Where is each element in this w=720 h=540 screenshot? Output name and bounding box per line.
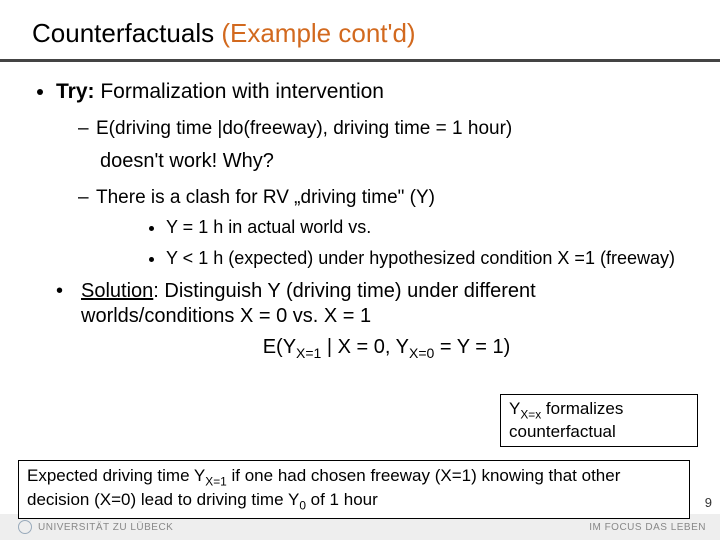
co2-s1: X=1 bbox=[205, 474, 227, 488]
solution-text: Solution: Distinguish Y (driving time) u… bbox=[81, 279, 692, 363]
dash-1: E(driving time |do(freeway), driving tim… bbox=[78, 118, 692, 140]
eq-a: E(Y bbox=[263, 336, 296, 358]
title-plain: Counterfactuals bbox=[32, 18, 221, 48]
eq-mid: | X = 0, Y bbox=[321, 336, 409, 358]
dash-2: There is a clash for RV „driving time" (… bbox=[78, 187, 692, 269]
co1-a: Y bbox=[509, 399, 520, 418]
page-number: 9 bbox=[705, 495, 712, 510]
title-divider bbox=[0, 59, 720, 62]
slide: Counterfactuals (Example cont'd) Try: Fo… bbox=[0, 0, 720, 540]
callout-formalizes: YX=x formalizes counterfactual bbox=[500, 394, 698, 447]
solution-lead: Solution bbox=[81, 280, 153, 302]
subdot-list: Y = 1 h in actual world vs. Y < 1 h (exp… bbox=[96, 217, 692, 269]
dash-list: E(driving time |do(freeway), driving tim… bbox=[56, 118, 692, 140]
co1-sub: X=x bbox=[520, 407, 541, 421]
co2-c: of 1 hour bbox=[306, 490, 378, 509]
equation: E(YX=1 | X = 0, YX=0 = Y = 1) bbox=[81, 335, 692, 363]
solution-bullet: • bbox=[56, 279, 63, 303]
callout-expected: Expected driving time YX=1 if one had ch… bbox=[18, 460, 690, 519]
solution-row: • Solution: Distinguish Y (driving time)… bbox=[32, 279, 692, 363]
footer-left: UNIVERSITÄT ZU LÜBECK bbox=[18, 520, 173, 534]
eq-end: = Y = 1) bbox=[434, 336, 510, 358]
co2-a: Expected driving time Y bbox=[27, 466, 205, 485]
subdot-2: Y < 1 h (expected) under hypothesized co… bbox=[166, 248, 692, 269]
footer-right-text: IM FOCUS DAS LEBEN bbox=[589, 522, 706, 533]
bullet-1-rest: Formalization with intervention bbox=[95, 80, 384, 103]
co2-s2: 0 bbox=[299, 499, 306, 513]
dash-1-tail: doesn't work! Why? bbox=[56, 150, 692, 173]
footer-left-text: UNIVERSITÄT ZU LÜBECK bbox=[38, 522, 173, 533]
eq-sub1: X=1 bbox=[296, 345, 321, 361]
slide-title: Counterfactuals (Example cont'd) bbox=[32, 18, 692, 49]
bullet-1: Try: Formalization with intervention E(d… bbox=[56, 80, 692, 269]
dash-list-2: There is a clash for RV „driving time" (… bbox=[56, 187, 692, 269]
title-accent: (Example cont'd) bbox=[221, 18, 415, 48]
dash-2-text: There is a clash for RV „driving time" (… bbox=[96, 187, 435, 208]
bullet-1-lead: Try: bbox=[56, 80, 95, 103]
eq-sub2: X=0 bbox=[409, 345, 434, 361]
bullet-list: Try: Formalization with intervention E(d… bbox=[32, 80, 692, 269]
university-logo-icon bbox=[18, 520, 32, 534]
subdot-1: Y = 1 h in actual world vs. bbox=[166, 217, 692, 238]
